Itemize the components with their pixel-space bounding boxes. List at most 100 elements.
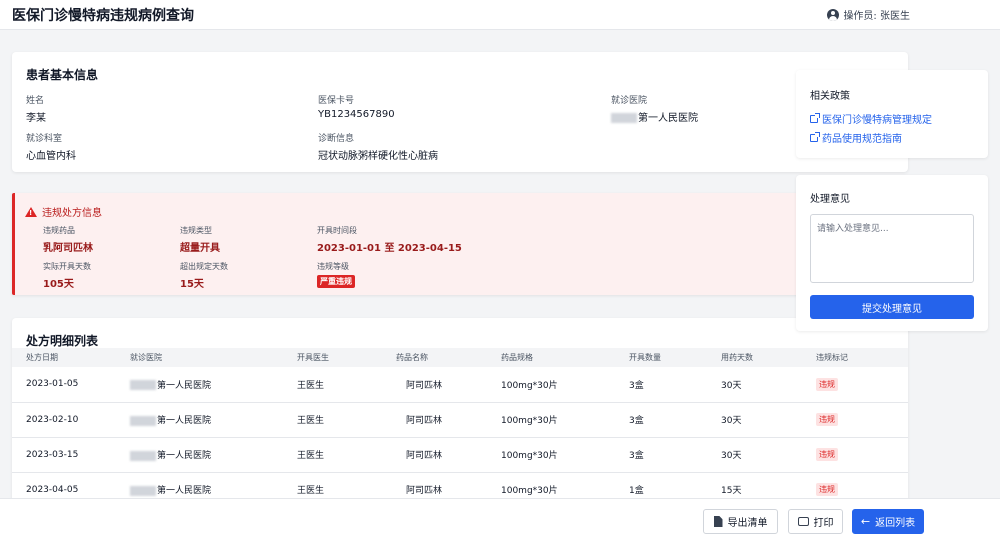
policy-link-label: 药品使用规范指南 [822, 134, 902, 145]
redacted-mark [130, 450, 156, 461]
cell-quantity: 3盒 [629, 437, 721, 473]
field-value: 冠状动脉粥样硬化性心脏病 [318, 151, 438, 162]
cell-date: 2023-01-05 [12, 367, 130, 403]
export-icon [713, 516, 723, 527]
column-header: 药品规格 [501, 348, 629, 367]
prescription-list-card: 处方明细列表 处方日期 就诊医院 开具医生 药品名称 药品规格 开具数量 用药天… [12, 318, 908, 508]
related-policy-card: 相关政策 医保门诊慢特病管理规定 药品使用规范指南 [796, 70, 988, 158]
policy-link-label: 医保门诊慢特病管理规定 [822, 115, 932, 126]
column-header: 开具医生 [297, 348, 396, 367]
prescription-list-title: 处方明细列表 [26, 334, 99, 348]
field-value: 超量开具 [180, 243, 220, 254]
redacted-mark [611, 113, 637, 123]
violation-tag: 违规 [816, 448, 838, 461]
table-row: 2023-03-15 第一人民医院 王医生 阿司匹林 100mg*30片 3盒 … [12, 437, 908, 473]
user-icon [827, 8, 840, 21]
field-label: 姓名 [26, 96, 45, 106]
cell-spec: 100mg*30片 [501, 437, 629, 473]
opinion-title: 处理意见 [810, 194, 850, 205]
column-header: 开具数量 [629, 348, 721, 367]
redacted-mark [130, 415, 156, 426]
cell-hospital: 第一人民医院 [157, 416, 212, 426]
field-value: 105天 [43, 279, 74, 290]
back-to-list-button[interactable]: ← 返回列表 [852, 509, 924, 534]
operator-info: 操作员: 张医生 [827, 7, 910, 22]
cell-days: 30天 [721, 437, 816, 473]
field-value: 2023-01-01 至 2023-04-15 [317, 243, 462, 254]
field-name: 姓名 李某 [26, 93, 46, 124]
printer-icon [797, 517, 809, 526]
violation-tag: 违规 [816, 413, 838, 426]
export-list-button[interactable]: 导出清单 [703, 509, 778, 534]
field-label: 违规类型 [180, 226, 212, 235]
field-insurance-card: 医保卡号 YB1234567890 [318, 93, 395, 120]
print-button[interactable]: 打印 [788, 509, 843, 534]
patient-info-title: 患者基本信息 [26, 68, 99, 82]
violation-info-card: ! 违规处方信息 违规药品 乳阿司匹林 违规类型 超量开具 开具时间段 2023… [12, 193, 908, 295]
field-diagnosis: 诊断信息 冠状动脉粥样硬化性心脏病 [318, 131, 438, 162]
cell-quantity: 3盒 [629, 402, 721, 438]
external-link-icon [810, 131, 820, 142]
policy-link-management[interactable]: 医保门诊慢特病管理规定 [810, 111, 932, 126]
cell-doctor: 王医生 [297, 437, 396, 473]
cell-date: 2023-02-10 [12, 402, 130, 438]
cell-spec: 100mg*30片 [501, 402, 629, 438]
field-value: YB1234567890 [318, 109, 395, 120]
cell-hospital: 第一人民医院 [157, 380, 212, 391]
cell-date: 2023-03-15 [12, 437, 130, 473]
column-header: 用药天数 [721, 348, 816, 367]
prescription-table: 处方日期 就诊医院 开具医生 药品名称 药品规格 开具数量 用药天数 违规标记 … [12, 348, 908, 508]
field-label: 超出规定天数 [180, 262, 228, 271]
violation-type: 违规类型 超量开具 [180, 225, 220, 254]
table-row: 2023-02-10 第一人民医院 王医生 阿司匹林 100mg*30片 3盒 … [12, 402, 908, 438]
redacted-mark [130, 485, 156, 496]
policy-link-drug-guide[interactable]: 药品使用规范指南 [810, 130, 902, 145]
column-header: 药品名称 [396, 348, 501, 367]
violation-drug: 违规药品 乳阿司匹林 [43, 225, 93, 254]
opinion-card: 处理意见 提交处理意见 [796, 175, 988, 331]
field-value: 心血管内科 [26, 151, 76, 162]
field-label: 就诊医院 [611, 96, 648, 106]
cell-hospital: 第一人民医院 [157, 486, 212, 496]
print-label: 打印 [813, 518, 834, 529]
field-label: 实际开具天数 [43, 262, 91, 271]
field-value: 第一人民医院 [638, 113, 698, 124]
violation-period: 开具时间段 2023-01-01 至 2023-04-15 [317, 225, 462, 254]
severity-badge: 严重违规 [317, 275, 355, 288]
cell-days: 30天 [721, 367, 816, 403]
cell-doctor: 王医生 [297, 402, 396, 438]
cell-drug: 阿司匹林 [396, 437, 501, 473]
field-label: 医保卡号 [318, 96, 355, 106]
cell-quantity: 3盒 [629, 367, 721, 403]
table-header-row: 处方日期 就诊医院 开具医生 药品名称 药品规格 开具数量 用药天数 违规标记 [12, 348, 908, 367]
field-value: 李某 [26, 113, 46, 124]
column-header: 违规标记 [816, 348, 908, 367]
opinion-input[interactable] [810, 214, 974, 283]
arrow-left-icon: ← [860, 515, 871, 528]
field-value: 乳阿司匹林 [43, 243, 93, 254]
field-hospital: 就诊医院 第一人民医院 [611, 93, 698, 124]
violation-title: ! 违规处方信息 [25, 204, 102, 219]
cell-hospital: 第一人民医院 [157, 451, 212, 461]
table-row: 2023-01-05 第一人民医院 王医生 阿司匹林 100mg*30片 3盒 … [12, 367, 908, 403]
field-label: 违规药品 [43, 226, 75, 235]
cell-doctor: 王医生 [297, 367, 396, 403]
cell-spec: 100mg*30片 [501, 367, 629, 403]
violation-level: 违规等级 严重违规 [317, 261, 355, 288]
redacted-mark [130, 380, 156, 391]
violation-tag: 违规 [816, 483, 838, 496]
field-label: 开具时间段 [317, 226, 357, 235]
column-header: 就诊医院 [130, 348, 297, 367]
violation-title-text: 违规处方信息 [42, 208, 102, 219]
field-label: 违规等级 [317, 262, 349, 271]
cell-drug: 阿司匹林 [396, 367, 501, 403]
violation-actual-days: 实际开具天数 105天 [43, 261, 91, 290]
back-label: 返回列表 [875, 518, 916, 529]
submit-opinion-button[interactable]: 提交处理意见 [810, 295, 974, 319]
export-label: 导出清单 [727, 518, 768, 529]
warning-icon: ! [25, 206, 37, 217]
violation-tag: 违规 [816, 377, 838, 391]
field-department: 就诊科室 心血管内科 [26, 131, 76, 162]
field-value: 15天 [180, 279, 204, 290]
policy-title: 相关政策 [810, 91, 850, 102]
